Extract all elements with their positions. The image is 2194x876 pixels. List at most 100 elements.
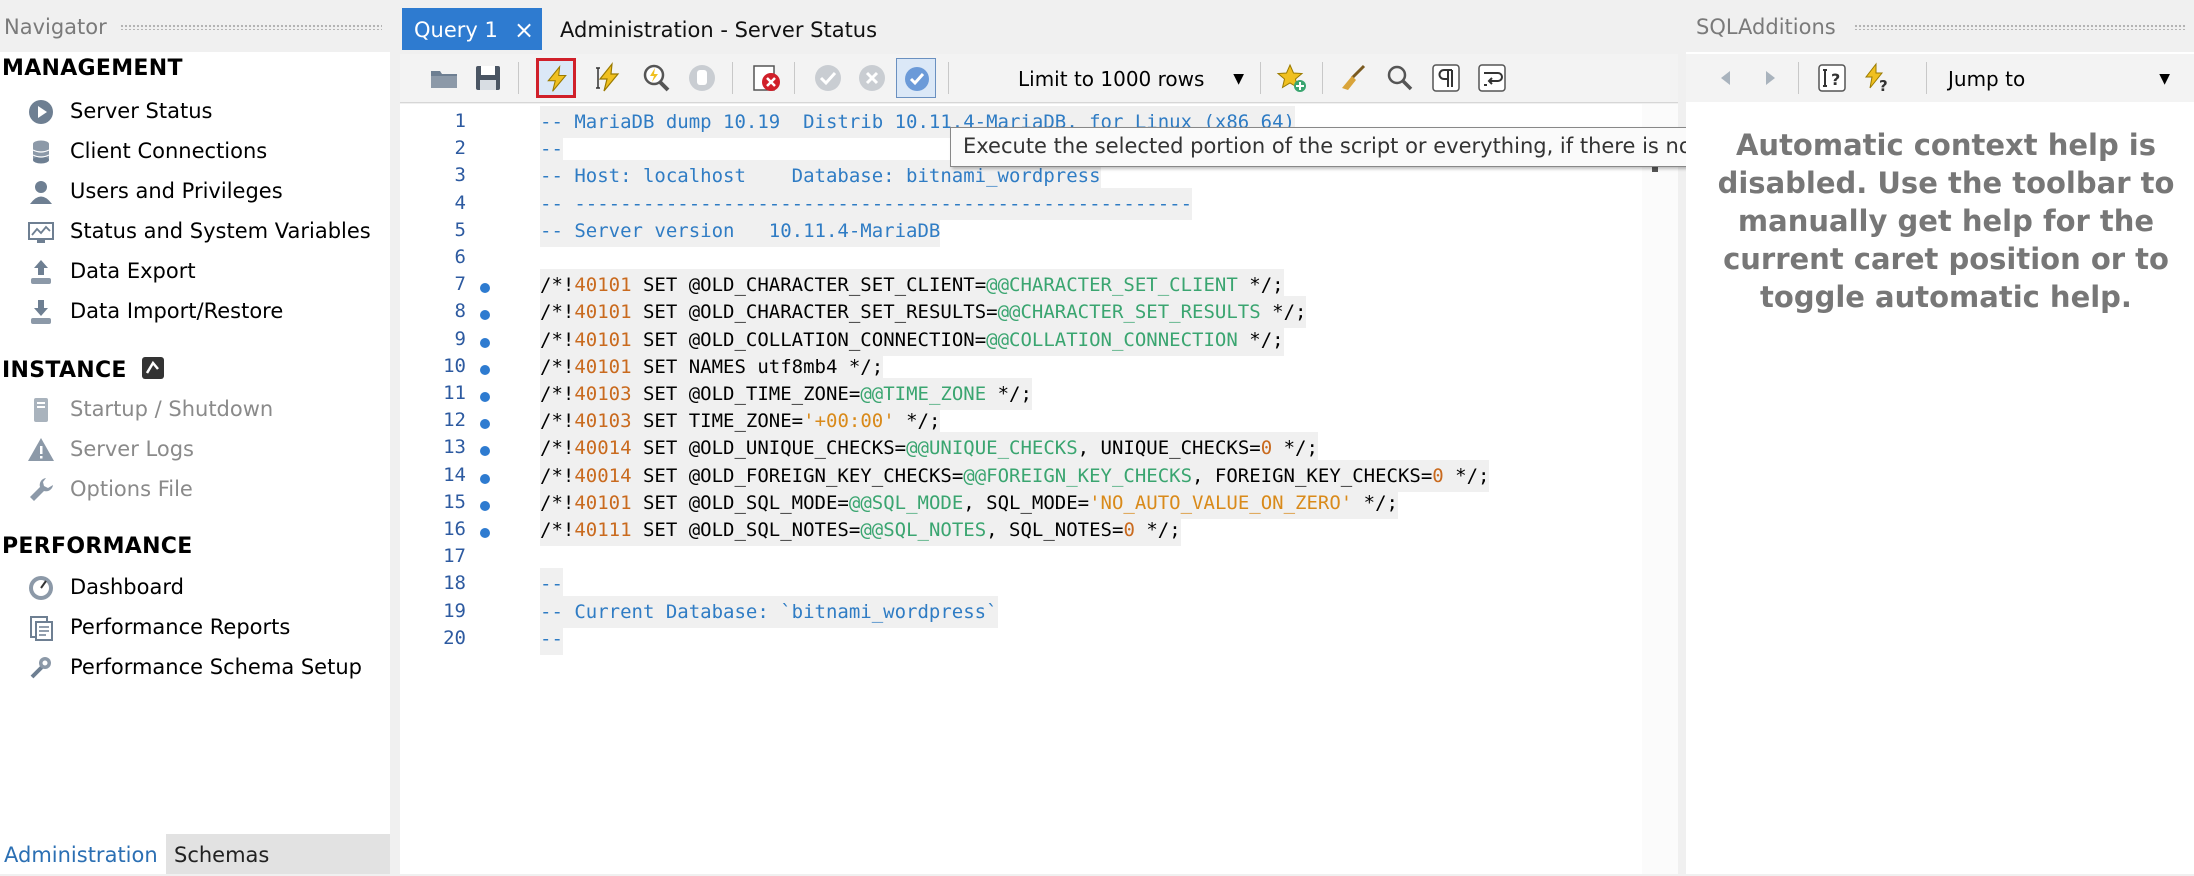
- line-number: 19: [443, 599, 466, 622]
- line-number: 11: [443, 382, 466, 404]
- sql-editor-toolbar: Limit to 1000 rows ▼: [400, 54, 1678, 103]
- code-line[interactable]: --: [540, 622, 563, 655]
- line-number: 9: [454, 327, 466, 350]
- nav-item-label: Performance Reports: [70, 615, 291, 639]
- nav-item-label: Startup / Shutdown: [70, 397, 274, 421]
- line-number: 15: [443, 490, 466, 513]
- previous-button[interactable]: [1706, 58, 1746, 98]
- sql-code-editor[interactable]: 1 -- MariaDB dump 10.19 Distrib 10.11.4-M…: [400, 104, 1642, 874]
- star-add-icon: [1276, 63, 1306, 92]
- nav-item-dashboard[interactable]: Dashboard: [26, 568, 184, 606]
- panel-grip[interactable]: [120, 24, 382, 30]
- invisible-chars-button[interactable]: [1426, 58, 1466, 98]
- nav-item-data-import[interactable]: Data Import/Restore: [26, 292, 283, 330]
- autocommit-toggle[interactable]: [896, 58, 936, 98]
- statement-marker-icon[interactable]: [480, 392, 490, 402]
- nav-item-performance-schema-setup[interactable]: Performance Schema Setup: [26, 648, 362, 686]
- nav-item-startup-shutdown[interactable]: Startup / Shutdown: [26, 390, 273, 428]
- nav-item-client-connections[interactable]: Client Connections: [26, 132, 267, 170]
- limit-rows-select[interactable]: Limit to 1000 rows ▼: [1010, 60, 1250, 96]
- sql-additions-toolbar: ? ? Jump to ▼: [1686, 54, 2194, 102]
- warning-icon: [26, 435, 56, 465]
- navigator-title: Navigator: [4, 15, 107, 39]
- performance-heading: PERFORMANCE: [2, 534, 193, 559]
- monitor-chart-icon: [26, 217, 56, 247]
- nav-item-options-file[interactable]: Options File: [26, 470, 193, 508]
- toggle-auto-help-button[interactable]: ?: [1858, 58, 1898, 98]
- jump-to-value: Jump to: [1948, 67, 2026, 91]
- next-button[interactable]: [1750, 58, 1790, 98]
- commit-button[interactable]: [808, 58, 848, 98]
- nav-item-label: Server Status: [70, 99, 213, 123]
- line-number: 16: [443, 518, 466, 540]
- search-icon: [1387, 65, 1413, 91]
- panel-grip[interactable]: [1854, 24, 2186, 30]
- line-number: 5: [454, 218, 466, 241]
- toggle-stop-on-error-button[interactable]: [746, 58, 786, 98]
- beautify-button[interactable]: [1334, 58, 1374, 98]
- play-circle-icon: [26, 97, 56, 127]
- line-number: 2: [454, 137, 466, 160]
- nav-item-label: Users and Privileges: [70, 179, 283, 203]
- nav-item-data-export[interactable]: Data Export: [26, 252, 196, 290]
- statement-marker-icon[interactable]: [480, 500, 490, 511]
- pilcrow-icon: [1432, 64, 1460, 92]
- explain-button[interactable]: [636, 58, 676, 98]
- tab-administration[interactable]: Administration: [0, 834, 166, 874]
- nav-item-label: Performance Schema Setup: [70, 655, 362, 679]
- report-icon: [26, 613, 56, 643]
- lightning-cursor-icon: [596, 62, 620, 92]
- lightning-help-icon: ?: [1864, 62, 1888, 94]
- code-line[interactable]: /*!40111 SET @OLD_SQL_NOTES=@@SQL_NOTES,…: [540, 514, 1181, 546]
- magnifier-lightning-icon: [643, 64, 670, 92]
- help-cursor-icon: ?: [1818, 64, 1846, 92]
- nav-item-performance-reports[interactable]: Performance Reports: [26, 608, 290, 646]
- save-icon: [476, 66, 500, 90]
- jump-to-select[interactable]: Jump to ▼: [1942, 60, 2176, 96]
- line-number: 1: [454, 110, 466, 132]
- nav-item-server-status[interactable]: Server Status: [26, 92, 212, 130]
- nav-item-server-logs[interactable]: Server Logs: [26, 430, 194, 468]
- tab-query-1[interactable]: Query 1 ×: [402, 8, 542, 50]
- execute-button[interactable]: [536, 58, 576, 98]
- nav-item-users-privileges[interactable]: Users and Privileges: [26, 172, 283, 210]
- statement-marker-icon[interactable]: [480, 283, 490, 294]
- close-tab-icon[interactable]: ×: [514, 8, 534, 52]
- wrap-lines-button[interactable]: [1472, 58, 1512, 98]
- code-line[interactable]: -- Server version 10.11.4-MariaDB: [540, 214, 941, 247]
- line-number: 4: [454, 191, 466, 214]
- rollback-button[interactable]: [852, 58, 892, 98]
- tab-schemas[interactable]: Schemas: [170, 834, 273, 874]
- manual-help-button[interactable]: ?: [1812, 58, 1852, 98]
- svg-text:?: ?: [1879, 77, 1888, 94]
- statement-marker-icon[interactable]: [480, 528, 490, 538]
- triangle-right-icon: [1766, 71, 1775, 85]
- line-number: 8: [454, 300, 466, 323]
- find-button[interactable]: [1380, 58, 1420, 98]
- tab-administration-server-status[interactable]: Administration - Server Status: [560, 8, 877, 50]
- tools-icon: [26, 653, 56, 683]
- export-icon: [26, 257, 56, 287]
- nav-item-label: Data Export: [70, 259, 196, 283]
- save-button[interactable]: [468, 58, 508, 98]
- instance-status-icon[interactable]: [141, 356, 165, 386]
- nav-item-label: Options File: [70, 477, 193, 501]
- line-number: 20: [443, 626, 466, 649]
- statement-marker-icon[interactable]: [480, 446, 490, 457]
- stop-button[interactable]: [682, 58, 722, 98]
- statement-marker-icon[interactable]: [480, 364, 490, 375]
- code-line[interactable]: -- Current Database: `bitnami_wordpress`: [540, 595, 998, 628]
- statement-marker-icon[interactable]: [480, 337, 490, 348]
- editor-vertical-scrollbar[interactable]: [1642, 104, 1678, 874]
- nav-item-label: Client Connections: [70, 139, 268, 163]
- open-file-button[interactable]: [424, 58, 464, 98]
- statement-marker-icon[interactable]: [480, 310, 490, 321]
- sql-additions-panel: SQLAdditions ? ? Jump to ▼ Automatic con…: [1686, 0, 2194, 874]
- statement-marker-icon[interactable]: [480, 419, 490, 430]
- statement-marker-icon[interactable]: [480, 473, 490, 484]
- add-snippet-button[interactable]: [1272, 58, 1312, 98]
- nav-item-status-variables[interactable]: Status and System Variables: [26, 212, 371, 250]
- nav-item-label: Dashboard: [70, 575, 184, 599]
- instance-heading: INSTANCE: [2, 356, 165, 386]
- execute-current-statement-button[interactable]: [590, 58, 630, 98]
